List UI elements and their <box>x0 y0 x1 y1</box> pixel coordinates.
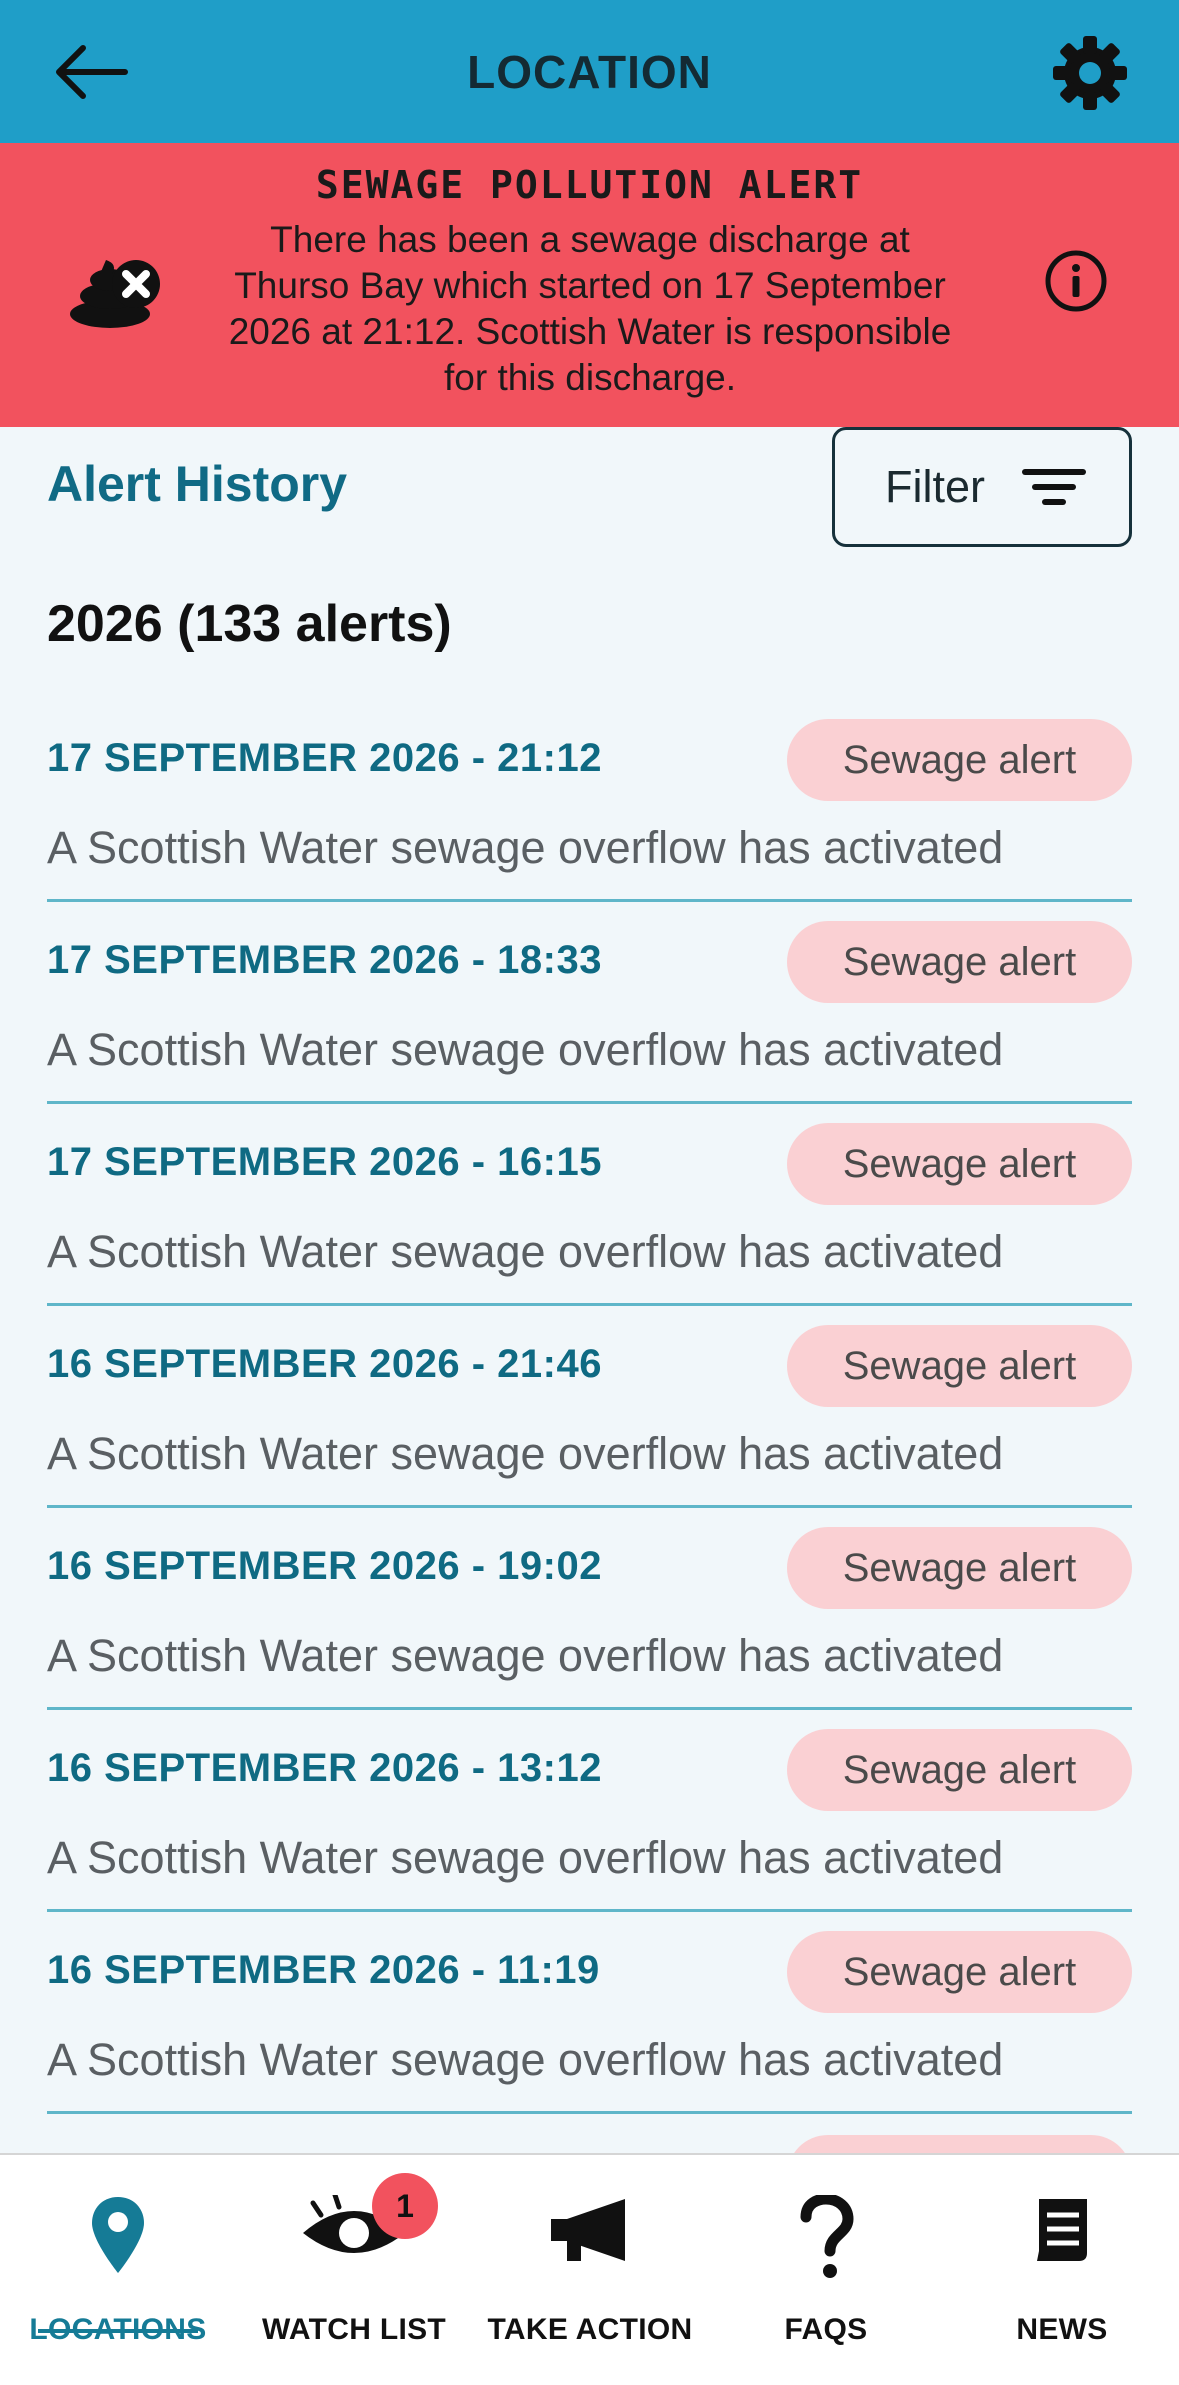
app-header: LOCATION <box>0 0 1179 143</box>
nav-item-news[interactable]: NEWS <box>944 2155 1179 2385</box>
nav-label: FAQS <box>784 2313 868 2346</box>
alert-description: A Scottish Water sewage overflow has act… <box>47 2034 1004 2085</box>
alert-date: 17 SEPTEMBER 2026 - 18:33 <box>47 938 602 982</box>
list-item[interactable]: 17 SEPTEMBER 2026 - 21:12 Sewage alert A… <box>47 700 1132 902</box>
alert-date: 16 SEPTEMBER 2026 - 11:19 <box>47 1948 600 1992</box>
alert-type-badge: Sewage alert <box>787 1325 1132 1407</box>
gear-icon <box>1053 36 1127 110</box>
alert-description: A Scottish Water sewage overflow has act… <box>47 1226 1004 1277</box>
active-tab-indicator <box>38 2329 198 2333</box>
settings-button[interactable] <box>1051 34 1129 112</box>
nav-item-watch-list[interactable]: WATCH LIST <box>236 2155 472 2385</box>
alert-description: A Scottish Water sewage overflow has act… <box>47 1428 1004 1479</box>
list-item[interactable]: 16 SEPTEMBER 2026 - 11:19 Sewage alert A… <box>47 1912 1132 2114</box>
alert-date: 17 SEPTEMBER 2026 - 21:12 <box>47 736 602 780</box>
alert-type-badge: Sewage alert <box>787 1123 1132 1205</box>
alert-description: A Scottish Water sewage overflow has act… <box>47 1630 1004 1681</box>
year-heading: 2026 (133 alerts) <box>47 595 452 653</box>
alert-banner-message: There has been a sewage discharge at Thu… <box>228 219 952 398</box>
alert-type-badge: Sewage alert <box>787 1729 1132 1811</box>
list-item[interactable]: 17 SEPTEMBER 2026 - 16:15 Sewage alert A… <box>47 1104 1132 1306</box>
alert-date: 16 SEPTEMBER 2026 - 19:02 <box>47 1544 602 1588</box>
alert-description: A Scottish Water sewage overflow has act… <box>47 822 1004 873</box>
alert-type-badge: Sewage alert <box>787 719 1132 801</box>
question-mark-icon <box>800 2195 854 2278</box>
nav-item-faqs[interactable]: FAQS <box>708 2155 944 2385</box>
alert-list: 17 SEPTEMBER 2026 - 21:12 Sewage alert A… <box>47 700 1132 2114</box>
alert-date: 17 SEPTEMBER 2026 - 16:15 <box>47 1140 602 1184</box>
document-icon <box>1037 2199 1087 2261</box>
back-button[interactable] <box>48 36 134 108</box>
alert-date: 16 SEPTEMBER 2026 - 21:46 <box>47 1342 602 1386</box>
nav-item-locations[interactable]: LOCATIONS <box>0 2155 236 2385</box>
alert-description: A Scottish Water sewage overflow has act… <box>47 1024 1004 1075</box>
filter-lines-icon <box>1022 469 1086 505</box>
megaphone-icon <box>551 2199 625 2261</box>
alert-history-title: Alert History <box>47 456 348 512</box>
arrow-left-icon <box>56 45 128 99</box>
alert-date: 16 SEPTEMBER 2026 - 13:12 <box>47 1746 602 1790</box>
alert-description: A Scottish Water sewage overflow has act… <box>47 1832 1004 1883</box>
sewage-alert-banner: SEWAGE POLLUTION ALERT There has been a … <box>0 143 1179 427</box>
alert-type-badge: Sewage alert <box>787 1931 1132 2013</box>
nav-label: NEWS <box>1016 2313 1108 2346</box>
list-item[interactable]: 16 SEPTEMBER 2026 - 19:02 Sewage alert A… <box>47 1508 1132 1710</box>
nav-label: WATCH LIST <box>261 2313 447 2346</box>
list-item[interactable]: 17 SEPTEMBER 2026 - 18:33 Sewage alert A… <box>47 902 1132 1104</box>
bottom-navigation: LOCATIONS WATCH LIST TAKE ACTION FAQS NE… <box>0 2153 1179 2385</box>
nav-item-take-action[interactable]: TAKE ACTION <box>472 2155 708 2385</box>
filter-button[interactable]: Filter <box>832 427 1132 547</box>
alert-type-badge: Sewage alert <box>787 921 1132 1003</box>
info-button[interactable] <box>1044 249 1108 313</box>
filter-label: Filter <box>885 461 985 512</box>
watch-list-badge: 1 <box>372 2173 438 2239</box>
list-item[interactable]: 16 SEPTEMBER 2026 - 13:12 Sewage alert A… <box>47 1710 1132 1912</box>
poo-x-icon <box>70 260 160 328</box>
map-pin-icon <box>92 2197 144 2273</box>
nav-label: TAKE ACTION <box>487 2313 693 2346</box>
alert-banner-title: SEWAGE POLLUTION ALERT <box>315 163 864 207</box>
list-item[interactable]: 16 SEPTEMBER 2026 - 21:46 Sewage alert A… <box>47 1306 1132 1508</box>
page-title: LOCATION <box>467 45 712 98</box>
alert-type-badge: Sewage alert <box>787 1527 1132 1609</box>
info-icon <box>1045 250 1107 312</box>
